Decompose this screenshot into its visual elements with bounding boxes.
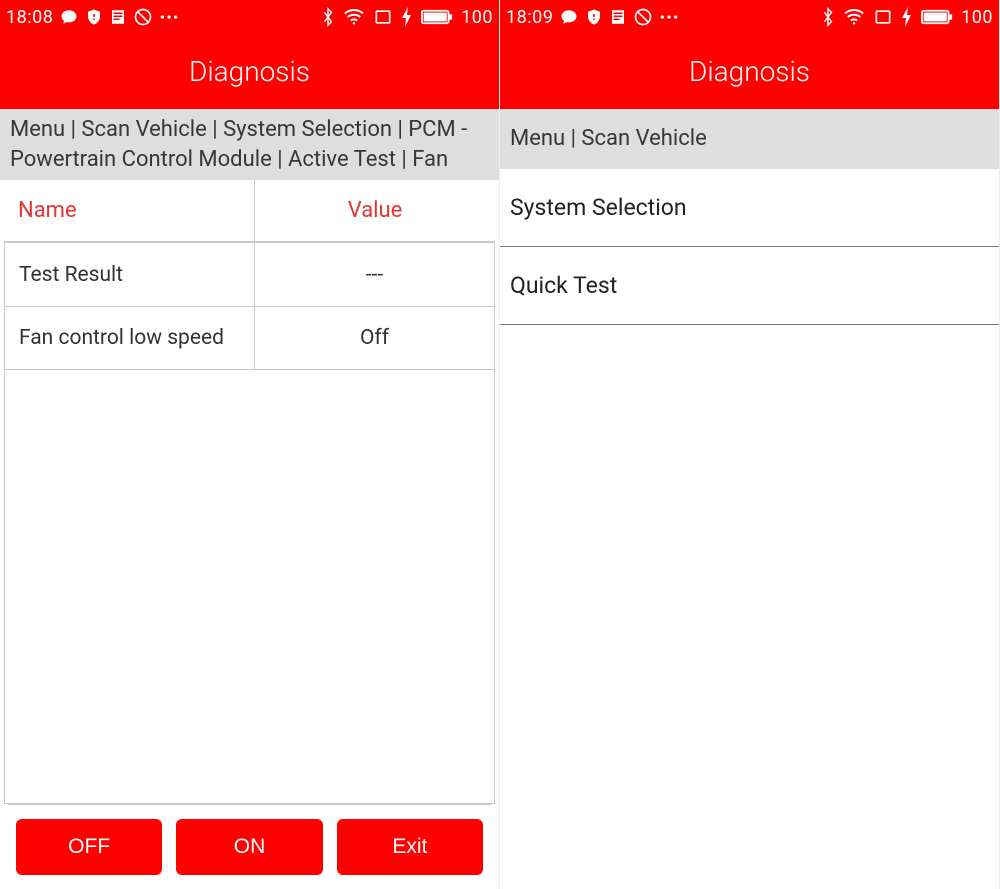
status-right: 100 [321, 7, 493, 28]
no-entry-icon [133, 7, 153, 27]
battery-icon [921, 9, 953, 25]
rotation-icon [373, 8, 393, 26]
shield-icon [585, 7, 603, 27]
phone-left: 18:08 [0, 0, 500, 889]
shield-icon [85, 7, 103, 27]
breadcrumb-text: Menu | Scan Vehicle [510, 124, 707, 154]
app-title: Diagnosis [689, 55, 810, 88]
news-icon [609, 8, 627, 26]
status-bar: 18:09 [500, 0, 999, 34]
row-value: Off [255, 307, 494, 369]
chat-icon [59, 8, 79, 26]
no-entry-icon [633, 7, 653, 27]
bluetooth-icon [821, 7, 835, 27]
table-row: Test Result --- [4, 242, 495, 306]
table-header: Name Value [4, 180, 495, 242]
menu-item-quick-test[interactable]: Quick Test [500, 247, 999, 325]
phone-right: 18:09 [500, 0, 1000, 889]
row-name: Fan control low speed [5, 307, 255, 369]
status-time: 18:09 [506, 7, 553, 28]
more-icon [659, 13, 679, 21]
charging-icon [901, 7, 913, 27]
row-name: Test Result [5, 243, 255, 306]
chat-icon [559, 8, 579, 26]
app-title-bar: Diagnosis [0, 34, 499, 109]
bluetooth-icon [321, 7, 335, 27]
status-left: 18:08 [6, 7, 179, 28]
table-row: Fan control low speed Off [4, 306, 495, 370]
status-bar: 18:08 [0, 0, 499, 34]
table-body: Test Result --- Fan control low speed Of… [4, 242, 495, 370]
row-value: --- [255, 243, 494, 306]
breadcrumb: Menu | Scan Vehicle | System Selection |… [0, 109, 499, 180]
more-icon [159, 13, 179, 21]
breadcrumb: Menu | Scan Vehicle [500, 109, 999, 169]
battery-icon [421, 9, 453, 25]
status-right: 100 [821, 7, 993, 28]
news-icon [109, 8, 127, 26]
status-time: 18:08 [6, 7, 53, 28]
off-button[interactable]: OFF [16, 819, 162, 875]
menu-item-label: Quick Test [510, 272, 617, 299]
app-title-bar: Diagnosis [500, 34, 999, 109]
rotation-icon [873, 8, 893, 26]
empty-area [4, 370, 495, 804]
exit-button[interactable]: Exit [337, 819, 483, 875]
charging-icon [401, 7, 413, 27]
col-header-value: Value [255, 180, 495, 241]
menu-item-label: System Selection [510, 194, 687, 221]
app-title: Diagnosis [189, 55, 310, 88]
battery-percent: 100 [961, 7, 993, 28]
menu-list: System Selection Quick Test [500, 169, 999, 325]
menu-item-system-selection[interactable]: System Selection [500, 169, 999, 247]
battery-percent: 100 [461, 7, 493, 28]
col-header-name: Name [4, 180, 255, 241]
wifi-icon [843, 8, 865, 26]
button-bar: OFF ON Exit [8, 804, 491, 889]
status-left: 18:09 [506, 7, 679, 28]
on-button[interactable]: ON [176, 819, 322, 875]
breadcrumb-text: Menu | Scan Vehicle | System Selection |… [10, 115, 489, 174]
wifi-icon [343, 8, 365, 26]
